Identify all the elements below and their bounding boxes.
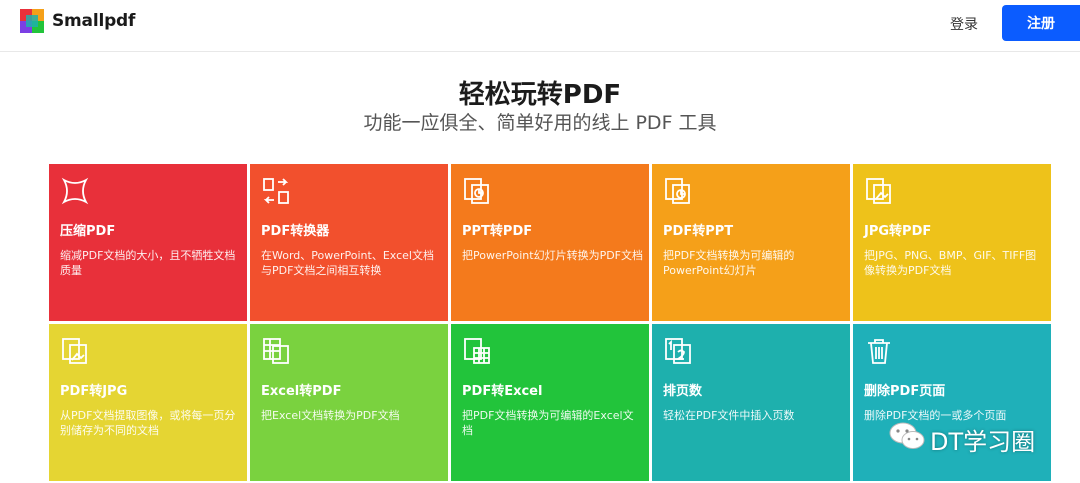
tool-title: PDF转换器 xyxy=(261,224,330,239)
tool-tile-ppt-to-pdf[interactable]: PPT转PDF 把PowerPoint幻灯片转换为PDF文档 xyxy=(451,164,649,321)
compress-icon xyxy=(60,176,90,206)
tool-tile-excel-to-pdf[interactable]: Excel转PDF 把Excel文档转换为PDF文档 xyxy=(250,324,448,481)
tool-description: 从PDF文档提取图像，或将每一页分别储存为不同的文档 xyxy=(60,409,236,437)
tool-tile-compress[interactable]: 压缩PDF 缩减PDF文档的大小，且不牺牲文档质量 xyxy=(49,164,247,321)
tool-title: PDF转Excel xyxy=(462,384,543,399)
tool-description: 把JPG、PNG、BMP、GIF、TIFF图像转换为PDF文档 xyxy=(864,249,1037,277)
tool-description: 把PDF文档转换为可编辑的PowerPoint幻灯片 xyxy=(663,249,795,277)
tool-description: 在Word、PowerPoint、Excel文档与PDF文档之间相互转换 xyxy=(261,249,434,277)
tool-title: 删除PDF页面 xyxy=(864,384,946,399)
wechat-icon xyxy=(888,420,930,458)
watermark: DT学习圈 xyxy=(888,420,1035,458)
watermark-text: DT学习圈 xyxy=(930,427,1036,456)
tool-tile-pdf-to-excel[interactable]: PDF转Excel 把PDF文档转换为可编辑的Excel文档 xyxy=(451,324,649,481)
tool-description: 缩减PDF文档的大小，且不牺牲文档质量 xyxy=(60,249,236,277)
page-numbers-icon xyxy=(663,336,693,366)
jpg-to-pdf-icon xyxy=(864,176,894,206)
excel-to-pdf-icon xyxy=(261,336,291,366)
tool-title: 排页数 xyxy=(663,384,703,399)
brand-name[interactable]: Smallpdf xyxy=(52,11,135,31)
tool-title: PPT转PDF xyxy=(462,224,533,239)
tool-title: PDF转JPG xyxy=(60,384,128,399)
pdf-to-ppt-icon xyxy=(663,176,693,206)
tool-description: 把PowerPoint幻灯片转换为PDF文档 xyxy=(462,249,643,262)
tool-description: 轻松在PDF文件中插入页数 xyxy=(663,409,795,422)
top-nav: Smallpdf 登录 注册 xyxy=(0,0,1080,52)
trash-icon xyxy=(864,336,894,366)
signup-button[interactable]: 注册 xyxy=(1002,5,1080,41)
tool-title: 压缩PDF xyxy=(60,224,116,239)
tool-tile-pdf-to-ppt[interactable]: PDF转PPT 把PDF文档转换为可编辑的PowerPoint幻灯片 xyxy=(652,164,850,321)
tool-title: PDF转PPT xyxy=(663,224,734,239)
converter-icon xyxy=(261,176,291,206)
tool-tile-pdf-to-jpg[interactable]: PDF转JPG 从PDF文档提取图像，或将每一页分别储存为不同的文档 xyxy=(49,324,247,481)
tool-tile-jpg-to-pdf[interactable]: JPG转PDF 把JPG、PNG、BMP、GIF、TIFF图像转换为PDF文档 xyxy=(853,164,1051,321)
tool-tile-page-numbers[interactable]: 排页数 轻松在PDF文件中插入页数 xyxy=(652,324,850,481)
pdf-to-jpg-icon xyxy=(60,336,90,366)
page-subtitle: 功能一应俱全、简单好用的线上 PDF 工具 xyxy=(363,112,717,134)
login-link[interactable]: 登录 xyxy=(950,14,978,34)
pdf-to-excel-icon xyxy=(462,336,492,366)
tool-title: JPG转PDF xyxy=(864,224,932,239)
tool-description: 把Excel文档转换为PDF文档 xyxy=(261,409,400,422)
ppt-to-pdf-icon xyxy=(462,176,492,206)
tool-tile-pdf-converter[interactable]: PDF转换器 在Word、PowerPoint、Excel文档与PDF文档之间相… xyxy=(250,164,448,321)
tool-title: Excel转PDF xyxy=(261,384,342,399)
tool-description: 把PDF文档转换为可编辑的Excel文档 xyxy=(462,409,634,437)
smallpdf-logo-icon[interactable] xyxy=(20,9,44,33)
page-title: 轻松玩转PDF xyxy=(458,80,622,110)
